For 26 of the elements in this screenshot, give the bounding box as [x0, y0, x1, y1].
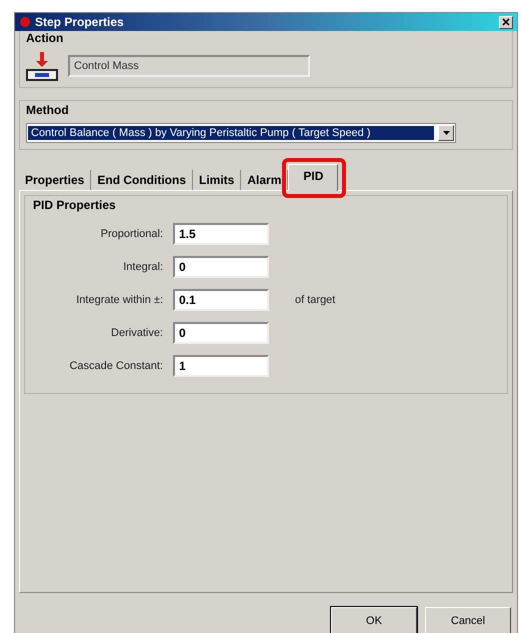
- action-field[interactable]: Control Mass: [68, 55, 310, 77]
- ok-button[interactable]: OK: [331, 607, 417, 633]
- group-title: Method: [26, 103, 70, 117]
- field-label: Integral:: [122, 261, 163, 273]
- window-title: Step Properties: [35, 15, 125, 29]
- field-label: Cascade Constant:: [68, 360, 163, 372]
- caret-icon: [442, 131, 450, 135]
- input-field[interactable]: 0: [173, 322, 269, 344]
- field-label: Proportional:: [100, 228, 163, 240]
- group-title: Action: [26, 31, 64, 45]
- group-title: PID Properties: [33, 198, 117, 212]
- close-button[interactable]: [499, 16, 513, 28]
- pump-icon: [26, 51, 58, 81]
- tab[interactable]: PID: [288, 164, 338, 191]
- method-dropdown[interactable]: Control Balance ( Mass ) by Varying Peristaltic Pump ( Target Speed ): [26, 123, 456, 143]
- field-label: Derivative:: [110, 327, 163, 339]
- input-field[interactable]: 1: [173, 355, 269, 377]
- input-field[interactable]: 1.5: [173, 223, 269, 245]
- app-icon: [19, 16, 31, 28]
- input-field[interactable]: 0.1: [173, 289, 269, 311]
- field-label: Integrate within ±:: [75, 294, 163, 306]
- input-field[interactable]: 0: [173, 256, 269, 278]
- cancel-button[interactable]: Cancel: [425, 607, 511, 633]
- close-icon: [502, 18, 510, 26]
- field-suffix: of target: [295, 294, 336, 306]
- dropdown-button[interactable]: [438, 125, 454, 141]
